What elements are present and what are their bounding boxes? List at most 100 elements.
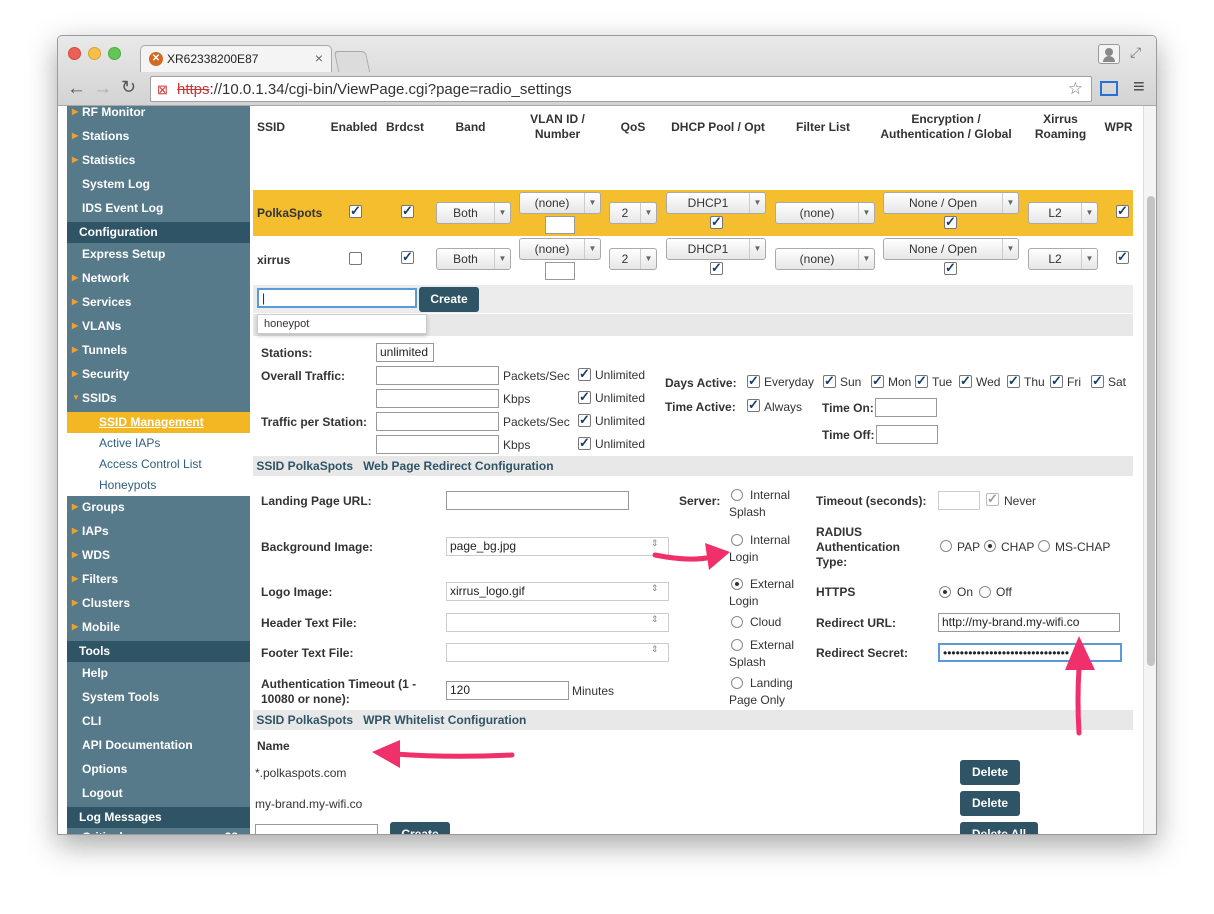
filter-list-select[interactable]: (none) ▼ [775,248,875,270]
address-bar[interactable]: ⊠ https://10.0.1.34/cgi-bin/ViewPage.cgi… [150,76,1092,102]
vlan-select[interactable]: (none) ▼ [519,192,601,214]
sidebar-item-filters[interactable]: ▶ Filters [67,567,250,591]
sidebar-item-wds[interactable]: ▶ WDS [67,543,250,567]
header-text-file-select[interactable] [446,613,669,632]
vlan-number-input[interactable] [545,216,575,234]
time-on-input[interactable] [875,398,937,417]
delete-button[interactable]: Delete [960,760,1020,785]
overall-kbps-unlimited-checkbox[interactable]: ✓ [578,390,591,404]
close-window-icon[interactable] [68,47,81,60]
table-row[interactable]: xirrus ✓ Both ▼ (none) ▼ 2 ▼ DHCP1 ▼ ✓ (none… [253,236,1133,282]
sidebar-item-network[interactable]: ▶ Network [67,266,250,290]
sidebar-item-services[interactable]: ▶ Services [67,290,250,314]
sidebar-item-api-documentation[interactable]: API Documentation [67,733,250,757]
encryption-select[interactable]: None / Open ▼ [883,192,1019,214]
encryption-select[interactable]: None / Open ▼ [883,238,1019,260]
radius-radio-pap[interactable] [940,540,952,552]
qos-select[interactable]: 2 ▼ [609,248,657,270]
global-checkbox[interactable]: ✓ [944,261,957,275]
bookmark-star-icon[interactable]: ☆ [1068,79,1083,99]
sidebar-item-options[interactable]: Options [67,757,250,781]
browser-tab[interactable]: ✕ XR62338200E87 × [140,45,332,72]
sidebar-item-groups[interactable]: ▶ Groups [67,495,250,519]
sidebar-subitem-ssid-management[interactable]: SSID Management [67,412,250,433]
new-ssid-input[interactable]: | [257,288,417,308]
sidebar-subitem-active-iaps[interactable]: Active IAPs [67,433,250,454]
broadcast-checkbox[interactable]: ✓ [401,204,414,218]
sidebar-item-help[interactable]: Help [67,661,250,685]
sidebar-item-logout[interactable]: Logout [67,781,250,805]
background-image-select[interactable]: page_bg.jpg [446,537,669,556]
table-row[interactable]: PolkaSpots ✓ ✓ Both ▼ (none) ▼ 2 ▼ DHCP1 ▼ ✓… [253,190,1133,236]
always-checkbox[interactable]: ✓ [747,398,760,412]
https-on-radio[interactable] [939,586,951,598]
day-checkbox-sat[interactable]: ✓ [1091,374,1104,388]
reload-icon[interactable]: ↻ [121,77,136,98]
sidebar-item-rf-monitor[interactable]: ▶ RF Monitor [67,106,250,124]
sidebar-item-critical[interactable]: Critical 28 [67,825,250,834]
close-tab-icon[interactable]: × [315,50,323,66]
day-checkbox-fri[interactable]: ✓ [1050,374,1063,388]
sidebar-item-express-setup[interactable]: Express Setup [67,242,250,266]
delete-all-button[interactable]: Delete All [960,822,1038,834]
menu-icon[interactable]: ≡ [1133,76,1145,99]
stations-input[interactable]: unlimited [376,343,434,362]
sidebar-item-mobile[interactable]: ▶ Mobile [67,615,250,639]
sidebar-item-security[interactable]: ▶ Security [67,362,250,386]
radius-radio-ms-chap[interactable] [1038,540,1050,552]
day-checkbox-wed[interactable]: ✓ [959,374,972,388]
qos-select[interactable]: 2 ▼ [609,202,657,224]
day-checkbox-sun[interactable]: ✓ [823,374,836,388]
sidebar-item-iaps[interactable]: ▶ IAPs [67,519,250,543]
enabled-checkbox[interactable]: ✓ [349,204,362,218]
station-kbps-unlimited-checkbox[interactable]: ✓ [578,436,591,450]
radius-radio-chap[interactable] [984,540,996,552]
landing-page-url-input[interactable] [446,491,629,510]
broadcast-checkbox[interactable]: ✓ [401,250,414,264]
fullscreen-icon[interactable]: ⤢ [1130,44,1141,61]
station-kbps-input[interactable] [376,435,499,454]
redirect-secret-input[interactable]: •••••••••••••••••••••••••••••• [938,643,1122,662]
overall-packets-unlimited-checkbox[interactable]: ✓ [578,367,591,381]
sidebar-item-stations[interactable]: ▶ Stations [67,124,250,148]
day-checkbox-tue[interactable]: ✓ [915,374,928,388]
vertical-scrollbar[interactable] [1143,106,1156,834]
band-select[interactable]: Both ▼ [436,202,511,224]
sidebar-item-system-tools[interactable]: System Tools [67,685,250,709]
global-checkbox[interactable]: ✓ [944,215,957,229]
never-checkbox[interactable]: ✓ [986,492,999,506]
band-select[interactable]: Both ▼ [436,248,511,270]
new-tab-button[interactable] [333,51,371,72]
delete-button[interactable]: Delete [960,791,1020,816]
sidebar-item-ssids[interactable]: ▼ SSIDs [67,386,250,410]
sidebar-item-system-log[interactable]: System Log [67,172,250,196]
cast-icon[interactable] [1100,81,1118,96]
dhcp-option-checkbox[interactable]: ✓ [710,261,723,275]
new-whitelist-input[interactable] [255,824,378,834]
auth-timeout-input[interactable]: 120 [446,681,569,700]
everyday-checkbox[interactable]: ✓ [747,374,760,388]
overall-packets-input[interactable] [376,366,499,385]
sidebar-item-cli[interactable]: CLI [67,709,250,733]
vlan-number-input[interactable] [545,262,575,280]
roaming-select[interactable]: L2 ▼ [1028,248,1098,270]
filter-list-select[interactable]: (none) ▼ [775,202,875,224]
sidebar-item-clusters[interactable]: ▶ Clusters [67,591,250,615]
day-checkbox-thu[interactable]: ✓ [1007,374,1020,388]
sidebar-item-ids-event-log[interactable]: IDS Event Log [67,196,250,220]
https-off-radio[interactable] [979,586,991,598]
sidebar-item-vlans[interactable]: ▶ VLANs [67,314,250,338]
zoom-window-icon[interactable] [108,47,121,60]
sidebar-item-statistics[interactable]: ▶ Statistics [67,148,250,172]
redirect-url-input[interactable]: http://my-brand.my-wifi.co [938,613,1120,632]
enabled-checkbox[interactable] [349,252,362,265]
user-profile-icon[interactable] [1098,44,1120,64]
overall-kbps-input[interactable] [376,389,499,408]
station-packets-unlimited-checkbox[interactable]: ✓ [578,413,591,427]
roaming-select[interactable]: L2 ▼ [1028,202,1098,224]
forward-arrow-icon[interactable]: → [93,78,112,100]
minimize-window-icon[interactable] [88,47,101,60]
logo-image-select[interactable]: xirrus_logo.gif [446,582,669,601]
sidebar-subitem-access-control-list[interactable]: Access Control List [67,454,250,475]
back-arrow-icon[interactable]: ← [67,78,86,100]
